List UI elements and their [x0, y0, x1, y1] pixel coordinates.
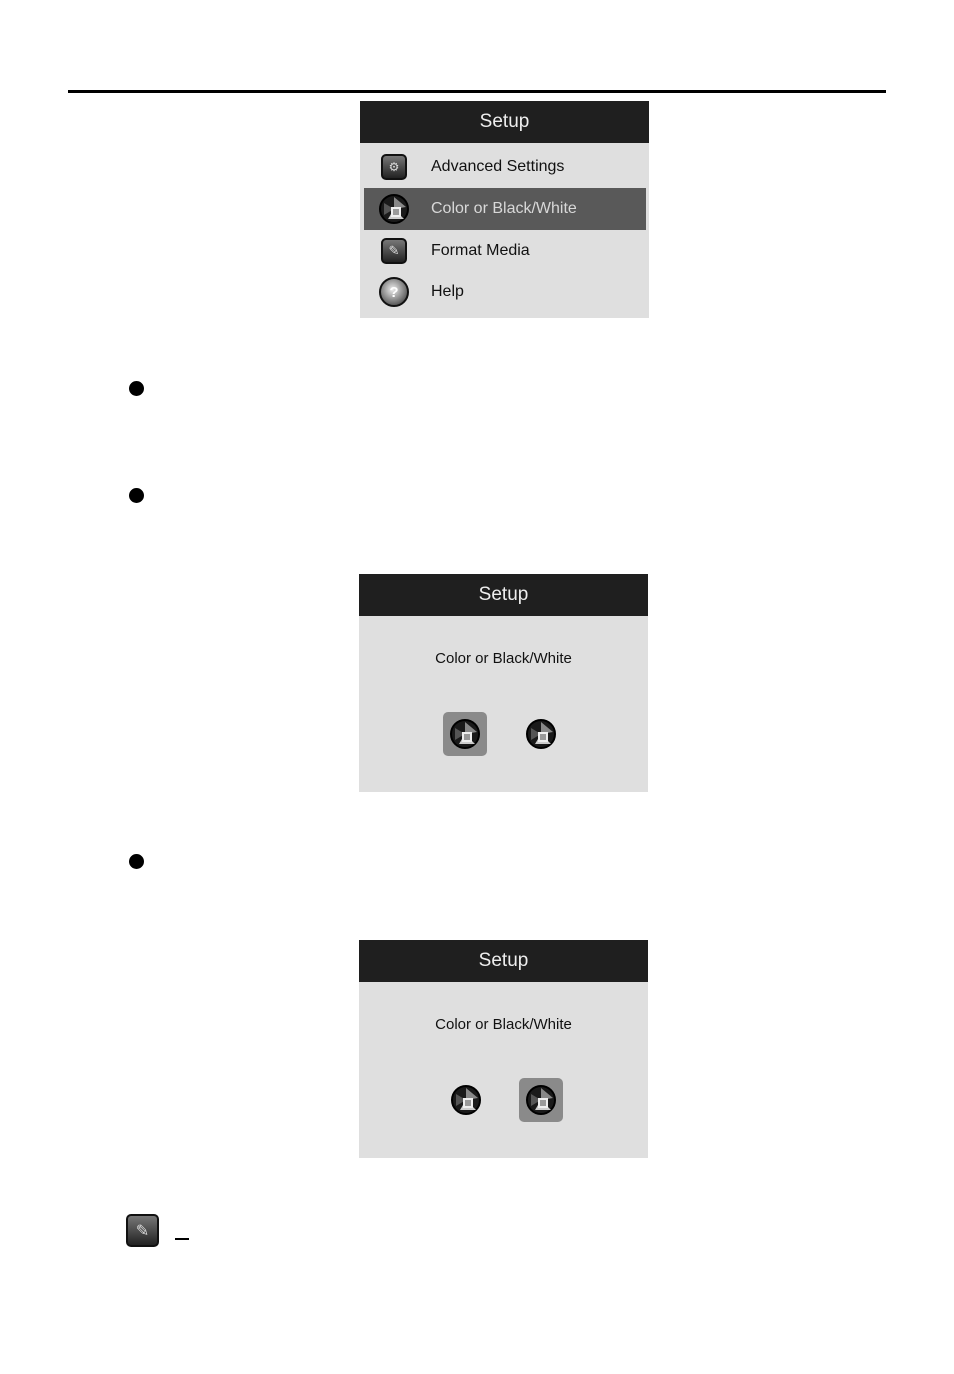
menu-item-advanced-settings[interactable]: ⚙ Advanced Settings: [364, 146, 646, 188]
menu-item-label: Format Media: [431, 242, 530, 259]
color-option-button[interactable]: [443, 712, 487, 756]
dash-separator: [175, 1238, 189, 1240]
format-media-icon: ✎: [126, 1214, 159, 1247]
color-mode-panel-bw-selected: Setup Color or Black/White: [359, 940, 648, 1158]
panel-title: Setup: [359, 940, 648, 982]
color-option-button[interactable]: [444, 1078, 488, 1122]
black-white-mode-icon: [525, 718, 557, 750]
menu-item-help[interactable]: ? Help: [364, 272, 646, 312]
menu-item-label: Color or Black/White: [431, 200, 577, 217]
color-mode-icon: [449, 718, 481, 750]
setup-menu-panel: Setup ⚙ Advanced Settings Color or Black…: [360, 101, 649, 318]
black-white-mode-icon: [525, 1084, 557, 1116]
black-white-option-button[interactable]: [519, 712, 563, 756]
panel-subtitle: Color or Black/White: [435, 1016, 572, 1033]
menu-item-color-mode[interactable]: Color or Black/White: [364, 188, 646, 230]
help-icon: ?: [379, 277, 409, 307]
bullet-point: [129, 854, 144, 869]
color-mode-icon: [378, 193, 410, 225]
menu-item-format-media[interactable]: ✎ Format Media: [364, 230, 646, 272]
header-rule: [68, 90, 886, 93]
menu-item-label: Advanced Settings: [431, 158, 565, 175]
color-mode-panel-color-selected: Setup Color or Black/White: [359, 574, 648, 792]
panel-title: Setup: [360, 101, 649, 143]
color-mode-icon: [450, 1084, 482, 1116]
panel-title: Setup: [359, 574, 648, 616]
bullet-point: [129, 381, 144, 396]
advanced-settings-icon: ⚙: [381, 154, 407, 180]
black-white-option-button[interactable]: [519, 1078, 563, 1122]
format-media-icon: ✎: [381, 238, 407, 264]
menu-item-label: Help: [431, 283, 464, 300]
panel-subtitle: Color or Black/White: [435, 650, 572, 667]
bullet-point: [129, 488, 144, 503]
